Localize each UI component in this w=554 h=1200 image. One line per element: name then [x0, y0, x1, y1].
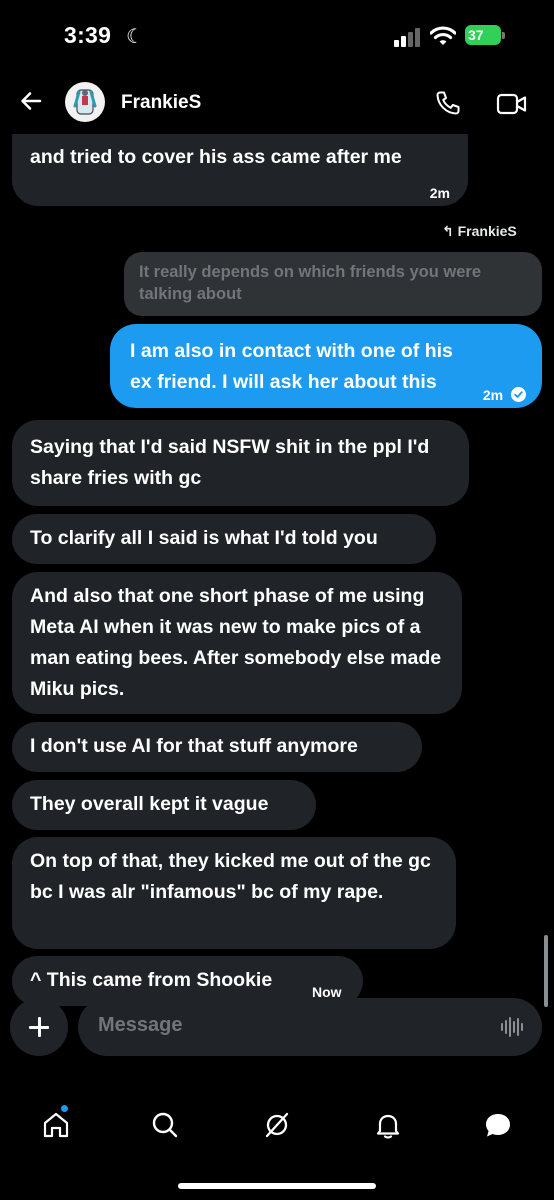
message-bubble[interactable]: To clarify all I said is what I'd told y… — [12, 514, 436, 564]
message-text: Saying that I'd said NSFW shit in the pp… — [30, 436, 430, 489]
bell-icon[interactable] — [373, 1110, 403, 1140]
message-timestamp: 2m — [483, 380, 526, 411]
avatar-illustration — [73, 89, 97, 115]
message-bubble-sent[interactable]: I am also in contact with one of his ex … — [110, 324, 542, 408]
message-bubble[interactable]: Saying that I'd said NSFW shit in the pp… — [12, 420, 469, 506]
message-bubble[interactable]: They overall kept it vague — [12, 780, 316, 830]
battery-icon: 37 — [465, 25, 505, 47]
quoted-message[interactable]: It really depends on which friends you w… — [124, 252, 542, 316]
message-text: I don't use AI for that stuff anymore — [30, 735, 358, 757]
home-indicator — [178, 1183, 376, 1189]
messages-icon[interactable] — [483, 1110, 513, 1140]
message-bubble[interactable]: I don't use AI for that stuff anymore — [12, 722, 422, 772]
message-timestamp: 2m — [429, 185, 450, 201]
voice-wave-icon[interactable] — [500, 1015, 524, 1039]
message-bubble[interactable]: On top of that, they kicked me out of th… — [12, 837, 456, 949]
message-text: On top of that, they kicked me out of th… — [30, 850, 431, 903]
avatar[interactable] — [65, 82, 105, 122]
message-text: And also that one short phase of me usin… — [30, 585, 442, 700]
read-check-icon — [511, 387, 526, 402]
message-text: ^ This came from Shookie — [30, 969, 273, 991]
message-input[interactable]: Message — [78, 998, 542, 1056]
contact-name[interactable]: FrankieS — [121, 92, 201, 114]
phone-icon[interactable] — [434, 89, 462, 117]
message-placeholder: Message — [98, 1014, 183, 1036]
timestamp-text: 2m — [482, 387, 504, 403]
bottom-tab-bar — [0, 1090, 554, 1160]
notification-dot — [61, 1105, 68, 1112]
reply-to-name: FrankieS — [457, 223, 517, 239]
message-text: They overall kept it vague — [30, 793, 269, 815]
status-time: 3:39 — [64, 22, 112, 48]
reply-reference[interactable]: ↰ FrankieS — [442, 223, 517, 240]
message-bubble[interactable]: And also that one short phase of me usin… — [12, 572, 462, 714]
moon-icon: ☾ — [126, 26, 144, 48]
cellular-signal-icon — [394, 27, 424, 47]
reply-arrow-icon: ↰ — [442, 223, 454, 239]
scroll-indicator[interactable] — [544, 935, 548, 1007]
back-arrow-icon[interactable] — [18, 88, 44, 114]
search-icon[interactable] — [150, 1110, 180, 1140]
message-text: and tried to cover his ass came after me — [30, 146, 402, 168]
video-camera-icon[interactable] — [496, 92, 528, 116]
conversation-header: FrankieS — [0, 72, 554, 134]
plus-icon[interactable] — [10, 998, 68, 1056]
status-bar: 3:39 ☾ 37 — [0, 0, 554, 72]
message-text: To clarify all I said is what I'd told y… — [30, 527, 378, 549]
wifi-icon — [430, 26, 456, 45]
battery-percent: 37 — [468, 27, 484, 43]
grok-icon[interactable] — [262, 1110, 292, 1140]
home-icon[interactable] — [41, 1110, 71, 1140]
message-text: I am also in contact with one of his ex … — [130, 340, 453, 393]
